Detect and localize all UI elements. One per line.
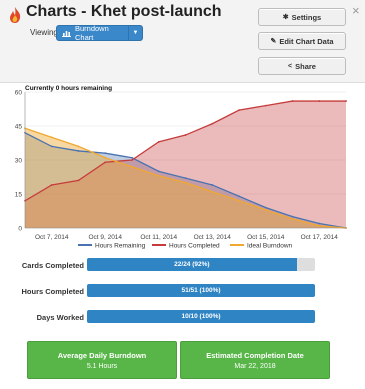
data-point — [104, 152, 107, 155]
data-point — [291, 218, 294, 220]
cards-completed-bar: 22/24 (92%) — [87, 258, 315, 271]
data-point — [77, 179, 80, 182]
y-tick-label: 15 — [15, 192, 23, 199]
data-point — [131, 165, 133, 168]
chart-header: Charts - Khet post-launch × Viewing Burn… — [0, 0, 365, 83]
x-tick-label: Oct 7, 2014 — [35, 234, 69, 241]
data-point — [211, 122, 214, 125]
data-point — [211, 184, 214, 186]
settings-label: Settings — [291, 12, 322, 22]
data-point — [77, 145, 80, 148]
data-point — [104, 156, 107, 159]
average-burndown-value: 5.1 Hours — [86, 363, 118, 370]
edit-chart-data-button[interactable]: ✎ Edit Chart Data — [258, 32, 346, 50]
x-tick-label: Oct 9, 2014 — [88, 234, 122, 241]
data-point — [50, 184, 53, 186]
legend-label: Hours Completed — [169, 243, 220, 250]
legend-label: Hours Remaining — [95, 243, 146, 250]
y-tick-label: 45 — [15, 124, 23, 131]
cards-completed-fill: 22/24 (92%) — [87, 258, 297, 271]
data-point — [345, 100, 347, 102]
data-point — [264, 104, 267, 107]
data-point — [291, 215, 294, 218]
caret-down-icon: ▼ — [128, 26, 142, 40]
days-worked-fill: 10/10 (100%) — [87, 310, 315, 323]
hours-completed-label: Hours Completed — [21, 287, 84, 296]
data-point — [318, 100, 321, 102]
x-tick-label: Oct 11, 2014 — [140, 234, 177, 241]
data-point — [238, 109, 240, 112]
settings-button[interactable]: ✱ Settings — [258, 8, 346, 26]
hours-completed-fill: 51/51 (100%) — [87, 284, 315, 297]
estimated-completion-title: Estimated Completion Date — [206, 351, 304, 360]
data-point — [157, 140, 160, 143]
data-point — [184, 134, 187, 136]
chart-type-dropdown[interactable]: Burndown Chart ▼ — [56, 24, 143, 42]
data-point — [157, 174, 160, 177]
viewing-label: Viewing — [30, 28, 58, 37]
data-point — [50, 145, 53, 148]
y-tick-label: 60 — [15, 90, 23, 97]
data-point — [50, 136, 53, 139]
share-icon: < — [288, 62, 293, 70]
data-point — [264, 208, 267, 211]
data-point — [291, 100, 294, 102]
bar-chart-icon — [62, 31, 71, 37]
flame-app-icon — [10, 7, 21, 23]
y-tick-label: 0 — [18, 226, 22, 233]
data-point — [131, 159, 133, 161]
data-point — [264, 206, 267, 209]
average-burndown-title: Average Daily Burndown — [57, 351, 147, 360]
hours-completed-bar: 51/51 (100%) — [87, 284, 315, 297]
cards-completed-label: Cards Completed — [21, 261, 84, 270]
burndown-chart: Currently 0 hours remaining 0 15 30 45 60 Oct… — [15, 85, 347, 250]
x-tick-label: Oct 15, 2014 — [247, 234, 285, 241]
share-label: Share — [295, 61, 316, 71]
data-point — [318, 222, 321, 225]
estimated-completion-card: Estimated Completion Date Mar 22, 2018 — [180, 341, 330, 379]
data-point — [77, 150, 80, 152]
data-point — [318, 224, 321, 227]
edit-label: Edit Chart Data — [279, 36, 334, 46]
y-tick-label: 30 — [15, 158, 23, 165]
x-tick-label: Oct 17, 2014 — [301, 234, 339, 241]
average-daily-burndown-card: Average Daily Burndown 5.1 Hours — [27, 341, 177, 379]
days-worked-bar: 10/10 (100%) — [87, 310, 315, 323]
data-point — [131, 156, 133, 159]
data-point — [184, 177, 187, 180]
x-tick-label: Oct 13, 2014 — [194, 234, 232, 241]
data-point — [184, 181, 187, 184]
pencil-icon: ✎ — [270, 38, 277, 45]
data-point — [157, 170, 160, 173]
chart-type-value: Burndown Chart — [75, 24, 109, 42]
estimated-completion-value: Mar 22, 2018 — [234, 363, 276, 370]
data-point — [104, 161, 107, 164]
data-point — [211, 190, 214, 193]
chart-title: Currently 0 hours remaining — [25, 85, 112, 92]
legend-label: Ideal Burndown — [247, 243, 293, 250]
data-point — [238, 199, 240, 202]
share-button[interactable]: < Share — [258, 57, 346, 75]
gear-icon: ✱ — [282, 14, 289, 21]
data-point — [238, 195, 240, 198]
close-icon[interactable]: × — [352, 3, 360, 18]
days-worked-label: Days Worked — [36, 313, 84, 322]
page-title: Charts - Khet post-launch — [26, 3, 222, 20]
